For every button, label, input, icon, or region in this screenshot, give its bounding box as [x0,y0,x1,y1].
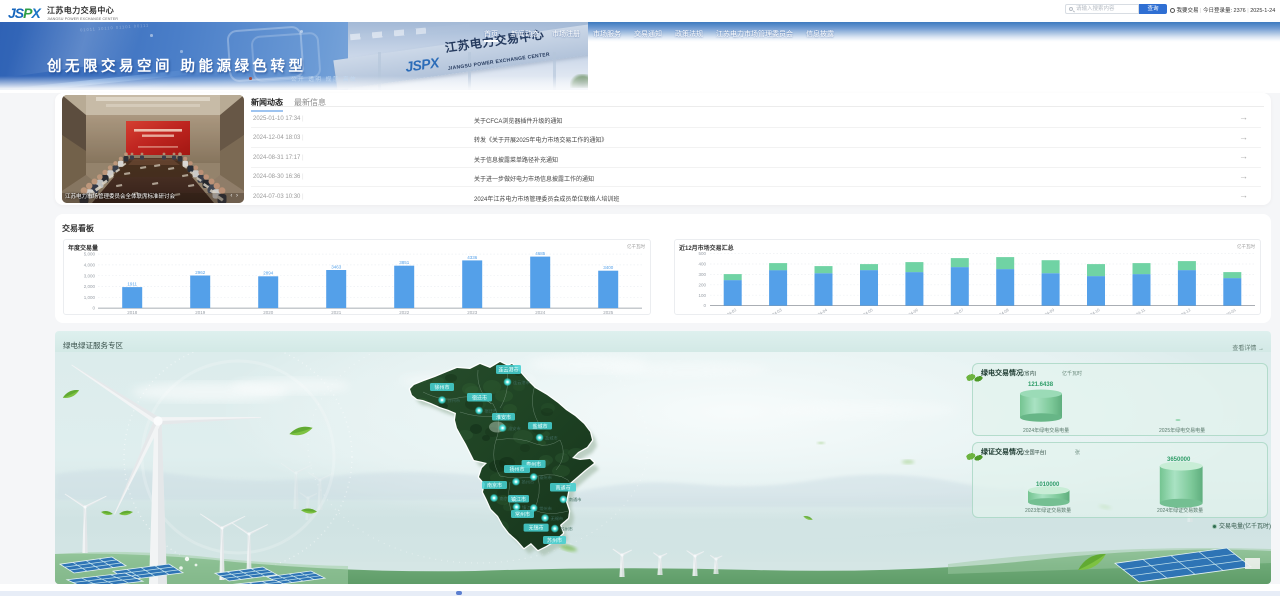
svg-text:苏州市: 苏州市 [547,537,562,544]
svg-text:2024-09: 2024-09 [1040,307,1056,314]
svg-text:徐州市: 徐州市 [434,384,449,391]
svg-text:2021: 2021 [331,310,342,314]
svg-text:南通市: 南通市 [555,484,570,491]
svg-text:0: 0 [92,306,95,311]
svg-text:无锡市: 无锡市 [529,525,544,532]
svg-text:淮安市: 淮安市 [508,425,521,432]
svg-text:1911: 1911 [127,282,137,287]
svg-text:2025: 2025 [603,310,614,314]
svg-text:淮安市: 淮安市 [496,414,511,421]
svg-text:2024-06: 2024-06 [904,307,920,314]
svg-text:4685: 4685 [535,251,546,256]
svg-text:徐州市: 徐州市 [448,397,461,404]
svg-text:0: 0 [703,303,706,308]
svg-text:3851: 3851 [399,260,410,265]
svg-text:2024-12: 2024-12 [1176,307,1192,314]
svg-text:400: 400 [698,262,706,267]
svg-text:常州市: 常州市 [515,511,530,518]
svg-text:4,000: 4,000 [84,263,96,268]
svg-text:2022: 2022 [399,310,410,314]
svg-text:南京市: 南京市 [487,482,502,489]
svg-text:2024-04: 2024-04 [813,307,829,314]
svg-text:常州市: 常州市 [539,505,552,512]
svg-text:5,000: 5,000 [84,252,96,257]
svg-text:200: 200 [698,282,706,287]
svg-text:3,000: 3,000 [84,273,96,278]
svg-text:2024-11: 2024-11 [1131,307,1147,314]
svg-text:2024-05: 2024-05 [858,307,874,314]
svg-text:无锡市: 无锡市 [551,515,564,522]
svg-text:2024-08: 2024-08 [995,307,1011,314]
svg-text:南通市: 南通市 [569,496,582,503]
svg-text:扬州市: 扬州市 [509,466,524,473]
svg-text:镇江市: 镇江市 [511,496,526,503]
svg-text:宿迁市: 宿迁市 [472,394,487,401]
svg-text:2,000: 2,000 [84,284,96,289]
svg-text:3400: 3400 [603,265,614,270]
svg-text:连云港市: 连云港市 [498,367,518,374]
svg-text:4336: 4336 [467,255,478,260]
svg-text:2024-07: 2024-07 [949,307,965,314]
svg-text:2024-02: 2024-02 [722,307,738,314]
svg-text:2024: 2024 [535,310,546,314]
svg-text:2025-01: 2025-01 [1222,307,1238,314]
svg-text:3463: 3463 [331,264,342,269]
svg-text:盐城市: 盐城市 [545,434,558,441]
svg-text:2019: 2019 [195,310,206,314]
svg-text:2962: 2962 [195,270,206,275]
svg-text:2024-10: 2024-10 [1085,307,1101,314]
svg-text:扬州市: 扬州市 [522,479,535,486]
svg-text:泰州市: 泰州市 [539,474,552,481]
svg-text:2024-03: 2024-03 [768,307,784,314]
svg-text:2018: 2018 [127,310,138,314]
svg-text:1,000: 1,000 [84,295,96,300]
svg-text:100: 100 [698,293,706,298]
svg-text:苏州市: 苏州市 [560,525,573,532]
svg-text:2023: 2023 [467,310,478,314]
svg-text:2020: 2020 [263,310,274,314]
svg-text:盐城市: 盐城市 [532,423,547,430]
svg-text:2894: 2894 [263,271,274,276]
svg-text:连云港市: 连云港市 [513,379,530,386]
svg-text:300: 300 [698,272,706,277]
